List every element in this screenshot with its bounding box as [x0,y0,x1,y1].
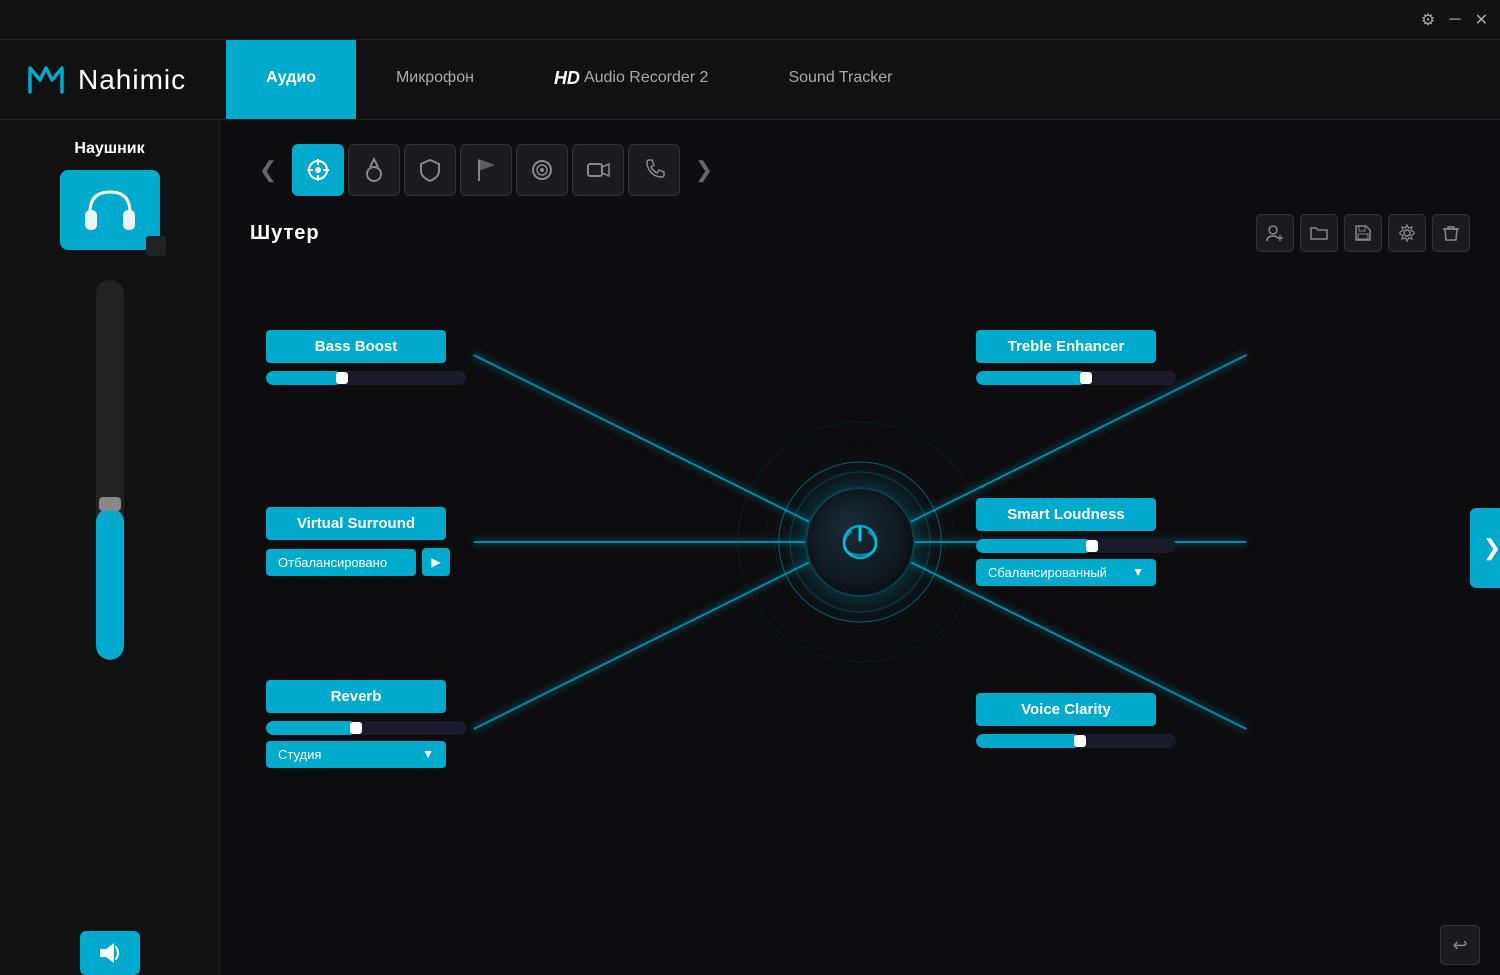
volume-slider-container [96,270,124,915]
treble-enhancer-fill [976,371,1086,385]
settings-icon [1397,223,1417,243]
phone-icon [641,157,667,183]
virtual-surround-play-button[interactable]: ▶ [422,548,450,576]
profile-icon-crosshair[interactable] [292,144,344,196]
smart-loudness-cell: Smart Loudness Сбалансированный ▼ [960,449,1470,636]
smart-loudness-label[interactable]: Smart Loudness [976,498,1156,531]
tab-audio[interactable]: Аудио [226,40,356,119]
power-button[interactable] [805,487,915,597]
save-button[interactable] [1344,214,1382,252]
undo-button[interactable]: ↩ [1440,925,1480,965]
add-profile-button[interactable] [1256,214,1294,252]
treble-enhancer-slider[interactable] [976,371,1176,385]
voice-clarity-slider[interactable] [976,734,1176,748]
device-label: Наушник [74,140,144,158]
smart-loudness-dropdown[interactable]: Сбалансированный ▼ [976,559,1156,586]
voice-clarity-fill [976,734,1080,748]
main: Наушник ❮ [0,120,1500,975]
medal-icon [361,157,387,183]
bass-boost-fill [266,371,342,385]
tab-sound-tracker[interactable]: Sound Tracker [748,40,932,119]
delete-icon [1441,223,1461,243]
profile-icon-shield[interactable] [404,144,456,196]
virtual-surround-controls: Отбалансировано ▶ [266,548,450,576]
reverb-cell: Reverb Студия ▼ [250,635,760,822]
bass-boost-label[interactable]: Bass Boost [266,330,446,363]
treble-enhancer-cell: Treble Enhancer [960,262,1470,449]
bass-boost-slider[interactable] [266,371,466,385]
headphones-icon [80,182,140,238]
volume-thumb [99,497,121,511]
reverb-slider[interactable] [266,721,466,735]
logo-icon [24,58,68,102]
volume-slider[interactable] [96,280,124,660]
video-icon [585,157,611,183]
virtual-surround-cell: Virtual Surround Отбалансировано ▶ [250,449,760,636]
voice-clarity-cell: Voice Clarity [960,635,1470,822]
center-hub [760,262,960,822]
sidebar: Наушник [0,120,220,975]
voice-clarity-label[interactable]: Voice Clarity [976,693,1156,726]
add-profile-icon [1265,223,1285,243]
bass-boost-thumb [336,372,348,384]
dropdown-arrow: ▼ [1132,565,1144,579]
open-folder-button[interactable] [1300,214,1338,252]
logo-text: Nahimic [78,64,186,96]
shield-icon [417,157,443,183]
reverb-dropdown-arrow: ▼ [422,747,434,761]
device-icon [60,170,160,250]
reverb-fill [266,721,356,735]
volume-icon [96,941,124,965]
tab-hd-recorder[interactable]: HD Audio Recorder 2 [514,40,749,119]
bass-boost-cell: Bass Boost [250,262,760,449]
profile-icon-music[interactable] [516,144,568,196]
close-icon[interactable]: ✕ [1475,10,1488,30]
flag-icon [473,157,499,183]
reverb-dropdown[interactable]: Студия ▼ [266,741,446,768]
crosshair-icon [305,157,331,183]
profile-icon-flag[interactable] [460,144,512,196]
profile-prev-button[interactable]: ❮ [250,145,286,195]
content: ❮ [220,120,1500,975]
settings-icon[interactable]: ⚙ [1421,10,1435,30]
logo: Nahimic [24,58,186,102]
profile-bar: ❮ [250,140,1470,200]
profile-icons [292,144,680,196]
smart-loudness-fill [976,539,1092,553]
minimize-icon[interactable]: ─ [1449,11,1460,29]
header: Nahimic Аудио Микрофон HD Audio Recorder… [0,40,1500,120]
music-icon [529,157,555,183]
voice-clarity-thumb [1074,735,1086,747]
virtual-surround-label[interactable]: Virtual Surround [266,507,446,540]
save-icon [1353,223,1373,243]
settings-button[interactable] [1388,214,1426,252]
preset-actions [1256,214,1470,252]
titlebar: ⚙ ─ ✕ [0,0,1500,40]
power-icon [836,518,884,566]
volume-slider-track [96,508,124,660]
folder-icon [1309,223,1329,243]
reverb-label[interactable]: Reverb [266,680,446,713]
reverb-thumb [350,722,362,734]
nav-tabs: Аудио Микрофон HD Audio Recorder 2 Sound… [226,40,932,119]
hd-badge: HD [554,68,580,89]
profile-icon-phone[interactable] [628,144,680,196]
preset-row: Шутер [250,214,1470,252]
profile-icon-medal[interactable] [348,144,400,196]
treble-enhancer-label[interactable]: Treble Enhancer [976,330,1156,363]
tab-microphone[interactable]: Микрофон [356,40,514,119]
delete-button[interactable] [1432,214,1470,252]
profile-next-button[interactable]: ❯ [686,145,722,195]
treble-enhancer-thumb [1080,372,1092,384]
preset-name: Шутер [250,222,320,245]
volume-button[interactable] [80,931,140,975]
smart-loudness-thumb [1086,540,1098,552]
smart-loudness-slider[interactable] [976,539,1176,553]
effects-area: Bass Boost [250,262,1470,822]
virtual-surround-dropdown[interactable]: Отбалансировано [266,549,416,576]
expand-tab[interactable]: ❯ [1470,508,1500,588]
profile-icon-video[interactable] [572,144,624,196]
